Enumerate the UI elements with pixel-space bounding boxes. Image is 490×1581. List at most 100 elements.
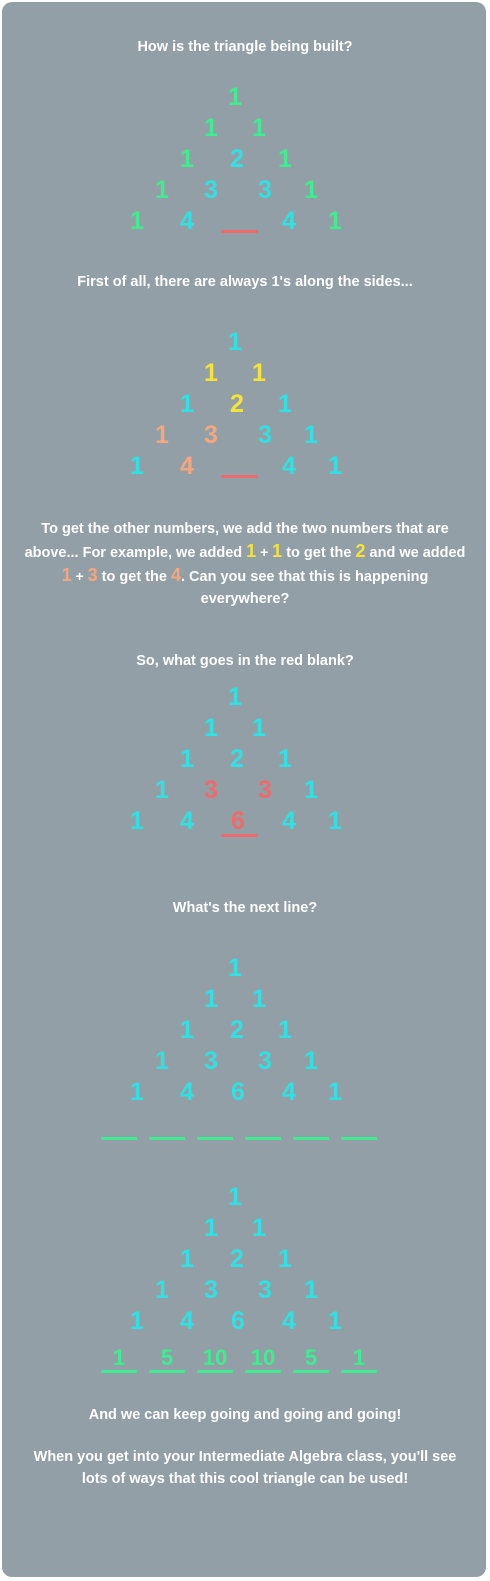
answer-number: 5 <box>160 1345 174 1370</box>
number: 1 <box>252 114 266 142</box>
number: 2 <box>230 745 244 773</box>
number: 1 <box>228 954 242 982</box>
number: 2 <box>230 1245 244 1273</box>
number: 1 <box>155 176 169 204</box>
number: 3 <box>204 1047 218 1075</box>
number: 1 <box>278 145 292 173</box>
number: 1 <box>328 452 342 480</box>
number: 1 <box>304 1276 318 1304</box>
red-blank <box>221 475 258 478</box>
number: 1 <box>278 1016 292 1044</box>
highlight-four: 4 <box>170 565 181 585</box>
red-blank <box>221 834 258 837</box>
number: 1 <box>130 1078 144 1106</box>
algebra-text: When you get into your Intermediate Alge… <box>33 1449 457 1487</box>
explanation-text: and we added <box>365 545 466 561</box>
green-blank <box>101 1137 137 1140</box>
number: 1 <box>204 114 218 142</box>
green-blank <box>245 1137 281 1140</box>
green-blank <box>101 1370 137 1373</box>
answer-number: 1 <box>352 1345 366 1370</box>
number: 1 <box>252 985 266 1013</box>
number: 1 <box>130 207 144 235</box>
number: 1 <box>304 176 318 204</box>
number: 3 <box>204 1276 218 1304</box>
green-blank <box>293 1137 329 1140</box>
answer-number: 10 <box>202 1345 228 1370</box>
number: 1 <box>130 807 144 835</box>
question-how-built: How is the triangle being built? <box>137 39 353 55</box>
explanation-text: . Can you see that this is happening eve… <box>180 569 429 607</box>
green-blank <box>293 1370 329 1373</box>
number: 1 <box>252 714 266 742</box>
number: 1 <box>228 1183 242 1211</box>
highlight-one: 1 <box>246 541 257 561</box>
number: 4 <box>282 207 296 235</box>
answer-number: 6 <box>231 807 245 835</box>
number: 3 <box>258 1047 272 1075</box>
keep-going-text: And we can keep going and going and goin… <box>88 1407 402 1423</box>
number: 1 <box>130 1307 144 1335</box>
number: 1 <box>252 1214 266 1242</box>
highlight-two: 2 <box>355 541 366 561</box>
sides-statement: First of all, there are always 1's along… <box>77 274 413 290</box>
number: 1 <box>204 714 218 742</box>
number: 1 <box>328 207 342 235</box>
number: 1 <box>180 1016 194 1044</box>
number: 1 <box>155 1047 169 1075</box>
number: 1 <box>155 776 169 804</box>
explanation-paragraph: To get the other numbers, we add the two… <box>22 518 468 610</box>
plus-sign: + <box>256 544 273 560</box>
number: 3 <box>204 776 218 804</box>
number: 2 <box>230 390 244 418</box>
number: 3 <box>258 1276 272 1304</box>
number: 4 <box>180 452 194 480</box>
explanation-text: to get the <box>97 569 171 585</box>
number: 1 <box>155 421 169 449</box>
number: 1 <box>180 1245 194 1273</box>
number: 1 <box>328 807 342 835</box>
number: 1 <box>228 683 242 711</box>
number: 4 <box>282 807 296 835</box>
number: 2 <box>230 1016 244 1044</box>
answer-number: 5 <box>304 1345 318 1370</box>
green-blank <box>245 1370 281 1373</box>
lesson-card: How is the triangle being built? 1 1 1 1… <box>2 2 486 1577</box>
number: 6 <box>231 1307 245 1335</box>
green-blank <box>341 1137 377 1140</box>
number: 1 <box>304 1047 318 1075</box>
number: 4 <box>180 207 194 235</box>
answer-number: 1 <box>112 1345 126 1370</box>
number: 1 <box>155 1276 169 1304</box>
number: 3 <box>204 421 218 449</box>
number: 1 <box>228 328 242 356</box>
number: 1 <box>204 359 218 387</box>
answer-number: 10 <box>250 1345 276 1370</box>
number: 4 <box>282 452 296 480</box>
number: 3 <box>258 176 272 204</box>
number: 1 <box>204 985 218 1013</box>
number: 1 <box>278 1245 292 1273</box>
green-blank <box>197 1370 233 1373</box>
plus-sign: + <box>71 568 88 584</box>
highlight-one: 1 <box>61 565 72 585</box>
number: 1 <box>304 421 318 449</box>
highlight-one: 1 <box>272 541 283 561</box>
number: 1 <box>180 745 194 773</box>
number: 1 <box>204 1214 218 1242</box>
number: 1 <box>304 776 318 804</box>
red-blank <box>221 230 258 233</box>
green-blank <box>149 1370 185 1373</box>
number: 1 <box>278 390 292 418</box>
green-blank <box>149 1137 185 1140</box>
number: 1 <box>328 1307 342 1335</box>
number: 1 <box>328 1078 342 1106</box>
number: 1 <box>130 452 144 480</box>
highlight-three: 3 <box>87 565 98 585</box>
number: 4 <box>180 1307 194 1335</box>
number: 6 <box>231 1078 245 1106</box>
number: 1 <box>180 390 194 418</box>
number: 4 <box>180 807 194 835</box>
green-blank <box>341 1370 377 1373</box>
question-next-line: What's the next line? <box>172 900 318 916</box>
